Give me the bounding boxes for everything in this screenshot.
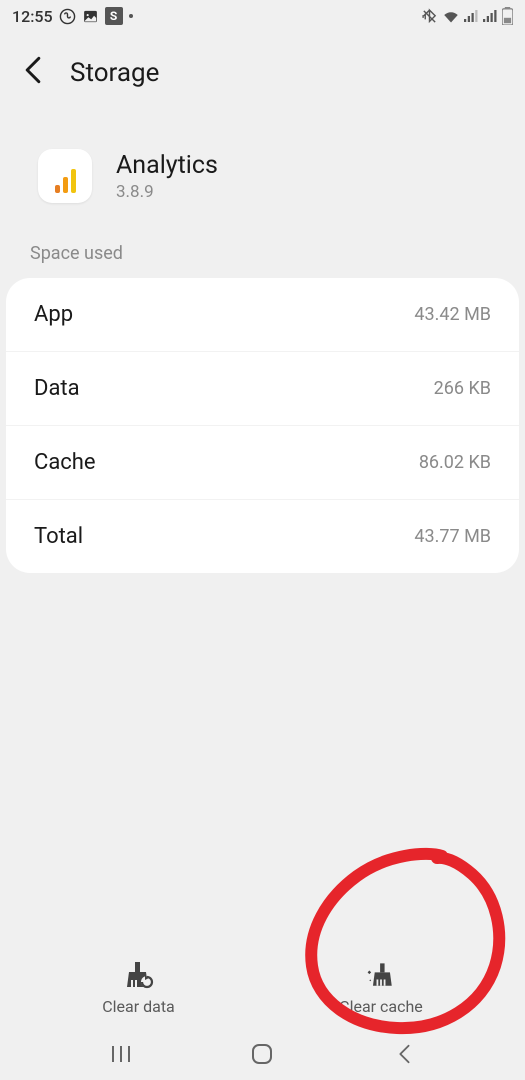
storage-card: App 43.42 MB Data 266 KB Cache 86.02 KB … [6, 278, 519, 573]
recents-nav-icon[interactable] [101, 1034, 141, 1074]
row-app-value: 43.42 MB [414, 304, 491, 325]
home-nav-icon[interactable] [242, 1034, 282, 1074]
row-app: App 43.42 MB [6, 278, 519, 352]
page-title: Storage [70, 58, 159, 88]
bottom-actions: Clear data Clear cache [0, 961, 525, 1016]
clear-cache-button[interactable]: Clear cache [339, 961, 423, 1016]
app-text: Analytics 3.8.9 [116, 151, 218, 202]
row-data-label: Data [34, 376, 80, 401]
row-total: Total 43.77 MB [6, 500, 519, 573]
back-nav-icon[interactable] [384, 1034, 424, 1074]
status-left: 12:55 S [12, 7, 133, 26]
battery-icon [502, 7, 513, 25]
signal-2-icon [483, 9, 498, 23]
image-icon [82, 8, 99, 25]
row-data-value: 266 KB [434, 378, 491, 399]
s-app-icon: S [105, 7, 123, 25]
nav-bar [0, 1028, 525, 1080]
clear-cache-label: Clear cache [339, 997, 423, 1016]
broom-refresh-icon [121, 961, 155, 989]
app-version: 3.8.9 [116, 182, 218, 202]
row-data: Data 266 KB [6, 352, 519, 426]
broom-sparkle-icon [364, 961, 398, 989]
app-name: Analytics [116, 151, 218, 180]
row-total-value: 43.77 MB [414, 526, 491, 547]
status-right [421, 7, 513, 25]
status-bar: 12:55 S [0, 0, 525, 32]
status-time: 12:55 [12, 7, 53, 26]
clear-data-button[interactable]: Clear data [102, 961, 175, 1016]
clear-data-label: Clear data [102, 997, 175, 1016]
row-cache-label: Cache [34, 450, 96, 475]
row-total-label: Total [34, 524, 83, 549]
header: Storage [0, 32, 525, 109]
vibrate-icon [421, 8, 438, 25]
back-icon[interactable] [24, 56, 42, 89]
row-app-label: App [34, 302, 73, 327]
row-cache-value: 86.02 KB [419, 452, 491, 473]
more-dot-icon [129, 14, 133, 18]
signal-1-icon [464, 9, 479, 23]
row-cache: Cache 86.02 KB [6, 426, 519, 500]
wifi-icon [442, 9, 460, 24]
app-info: Analytics 3.8.9 [0, 109, 525, 243]
app-icon [38, 149, 92, 203]
whatsapp-icon [59, 8, 76, 25]
section-space-used: Space used [0, 243, 525, 278]
